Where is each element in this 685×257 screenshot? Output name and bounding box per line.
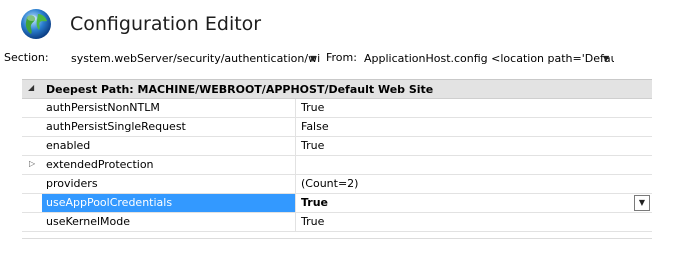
- collapse-icon[interactable]: ◢: [28, 83, 34, 92]
- property-name: extendedProtection: [42, 156, 296, 174]
- chevron-down-icon[interactable]: ▼: [599, 51, 613, 67]
- section-dropdown[interactable]: system.webServer/security/authentication…: [68, 49, 322, 69]
- property-value: [297, 156, 652, 174]
- section-label: Section:: [4, 51, 49, 64]
- globe-icon: [21, 9, 51, 39]
- property-name: useKernelMode: [42, 213, 296, 231]
- property-row[interactable]: providers (Count=2): [22, 175, 652, 194]
- from-dropdown[interactable]: ApplicationHost.config <location path='D…: [361, 49, 615, 69]
- property-value[interactable]: (Count=2): [297, 175, 652, 193]
- from-value: ApplicationHost.config <location path='D…: [364, 52, 614, 65]
- group-header-label: Deepest Path: MACHINE/WEBROOT/APPHOST/De…: [46, 83, 434, 96]
- property-value[interactable]: True ▼: [297, 194, 652, 212]
- property-value[interactable]: False: [297, 118, 652, 136]
- property-grid: ◢ Deepest Path: MACHINE/WEBROOT/APPHOST/…: [22, 79, 652, 239]
- property-row[interactable]: ▷ extendedProtection: [22, 156, 652, 175]
- property-name: authPersistNonNTLM: [42, 99, 296, 117]
- property-name: enabled: [42, 137, 296, 155]
- page-title: Configuration Editor: [70, 13, 262, 35]
- property-name: useAppPoolCredentials: [42, 194, 296, 212]
- section-value: system.webServer/security/authentication…: [71, 52, 321, 65]
- expand-icon[interactable]: ▷: [29, 159, 35, 168]
- property-row[interactable]: authPersistNonNTLM True: [22, 99, 652, 118]
- chevron-down-icon[interactable]: ▼: [306, 51, 320, 67]
- property-value[interactable]: True: [297, 99, 652, 117]
- property-name: providers: [42, 175, 296, 193]
- property-value[interactable]: True: [297, 213, 652, 231]
- scope-toolbar: Section: system.webServer/security/authe…: [0, 47, 685, 69]
- property-row[interactable]: enabled True: [22, 137, 652, 156]
- property-row[interactable]: authPersistSingleRequest False: [22, 118, 652, 137]
- editor-header: Configuration Editor: [0, 0, 685, 46]
- from-label: From:: [326, 51, 357, 64]
- group-header[interactable]: ◢ Deepest Path: MACHINE/WEBROOT/APPHOST/…: [22, 80, 652, 99]
- property-row[interactable]: useKernelMode True: [22, 213, 652, 232]
- chevron-down-icon[interactable]: ▼: [634, 195, 650, 211]
- property-row-selected[interactable]: useAppPoolCredentials True ▼: [22, 194, 652, 213]
- property-value[interactable]: True: [297, 137, 652, 155]
- property-name: authPersistSingleRequest: [42, 118, 296, 136]
- property-value-text: True: [301, 196, 329, 209]
